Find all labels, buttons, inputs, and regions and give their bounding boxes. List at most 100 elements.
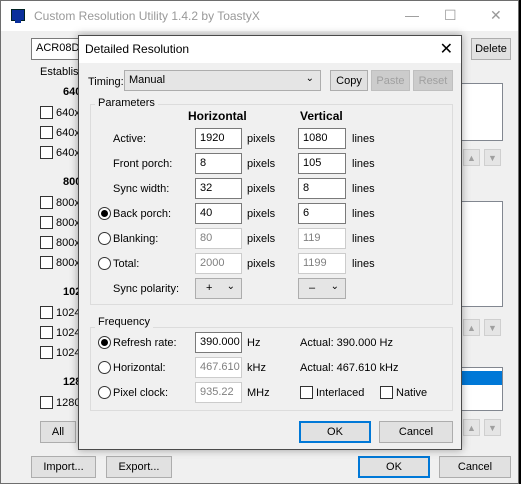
v-front-porch-input[interactable]: 105 bbox=[298, 153, 346, 174]
detailed-list-middle[interactable] bbox=[459, 201, 503, 307]
move-up-icon[interactable]: ▲ bbox=[463, 419, 480, 436]
move-up-icon[interactable]: ▲ bbox=[463, 319, 480, 336]
chevron-down-icon: ⌄ bbox=[305, 73, 314, 84]
pixels-unit: pixels bbox=[247, 258, 276, 270]
detailed-list-top[interactable] bbox=[459, 83, 503, 141]
timing-select-value: Manual bbox=[129, 74, 166, 86]
export-button[interactable]: Export... bbox=[106, 456, 172, 478]
lines-unit: lines bbox=[352, 258, 375, 270]
v-back-porch-input[interactable]: 6 bbox=[298, 203, 346, 224]
close-icon[interactable]: ✕ bbox=[440, 39, 453, 59]
monitor-icon bbox=[11, 9, 25, 23]
all-button[interactable]: All bbox=[40, 421, 76, 443]
frequency-legend: Frequency bbox=[95, 316, 153, 328]
reset-button[interactable]: Reset bbox=[413, 70, 453, 91]
v-total-input[interactable]: 1199 bbox=[298, 253, 346, 274]
hz-unit: Hz bbox=[247, 337, 261, 349]
detailed-resolution-dialog: Detailed Resolution ✕ Timing: Manual ⌄ C… bbox=[78, 35, 462, 450]
paste-button[interactable]: Paste bbox=[371, 70, 410, 91]
native-label: Native bbox=[396, 387, 428, 399]
sync-polarity-label: Sync polarity: bbox=[113, 283, 180, 295]
move-down-icon[interactable]: ▼ bbox=[484, 419, 501, 436]
dialog-title: Detailed Resolution bbox=[85, 42, 190, 56]
res-checkbox[interactable]: 800x bbox=[40, 196, 80, 209]
h-blanking-input[interactable]: 80 bbox=[195, 228, 242, 249]
minimize-icon[interactable]: — bbox=[405, 7, 419, 23]
pixels-unit: pixels bbox=[247, 233, 276, 245]
h-total-input[interactable]: 2000 bbox=[195, 253, 242, 274]
v-active-input[interactable]: 1080 bbox=[298, 128, 346, 149]
chevron-down-icon: ⌄ bbox=[330, 281, 339, 292]
res-checkbox[interactable]: 1024 bbox=[40, 326, 80, 339]
copy-button[interactable]: Copy bbox=[330, 70, 368, 91]
dialog-title-bar: Detailed Resolution ✕ bbox=[79, 36, 461, 63]
res-checkbox[interactable]: 640x bbox=[40, 106, 80, 119]
back-porch-label: Back porch: bbox=[113, 208, 172, 220]
blanking-label: Blanking: bbox=[113, 233, 159, 245]
pixel-clock-input[interactable]: 935.22 bbox=[195, 382, 242, 403]
h-front-porch-input[interactable]: 8 bbox=[195, 153, 242, 174]
v-polarity-value: – bbox=[309, 282, 316, 294]
h-active-input[interactable]: 1920 bbox=[195, 128, 242, 149]
mhz-unit: MHz bbox=[247, 387, 270, 399]
horizontal-freq-input[interactable]: 467.610 bbox=[195, 357, 242, 378]
h-sync-width-input[interactable]: 32 bbox=[195, 178, 242, 199]
horizontal-freq-radio[interactable] bbox=[98, 361, 111, 374]
total-radio[interactable] bbox=[98, 257, 111, 270]
refresh-rate-label: Refresh rate: bbox=[113, 337, 177, 349]
res-checkbox[interactable]: 1280 bbox=[40, 396, 80, 409]
v-sync-width-input[interactable]: 8 bbox=[298, 178, 346, 199]
timing-label: Timing: bbox=[88, 76, 124, 88]
res-checkbox[interactable]: 640x bbox=[40, 146, 80, 159]
close-main-icon[interactable]: ✕ bbox=[490, 7, 502, 24]
front-porch-label: Front porch: bbox=[113, 158, 173, 170]
h-polarity-value: + bbox=[206, 282, 213, 294]
move-up-icon[interactable]: ▲ bbox=[463, 149, 480, 166]
refresh-rate-radio[interactable] bbox=[98, 336, 111, 349]
chevron-down-icon: ⌄ bbox=[226, 281, 235, 292]
pixels-unit: pixels bbox=[247, 158, 276, 170]
res-checkbox[interactable]: 800x bbox=[40, 256, 80, 269]
active-label: Active: bbox=[113, 133, 147, 145]
selected-list-item[interactable] bbox=[460, 371, 502, 385]
parameters-legend: Parameters bbox=[95, 97, 158, 109]
import-button[interactable]: Import... bbox=[31, 456, 96, 478]
maximize-icon[interactable]: ☐ bbox=[444, 7, 457, 24]
res-checkbox[interactable]: 800x bbox=[40, 236, 80, 249]
v-blanking-input[interactable]: 119 bbox=[298, 228, 346, 249]
v-polarity-select[interactable]: – ⌄ bbox=[298, 278, 346, 299]
main-cancel-button[interactable]: Cancel bbox=[439, 456, 511, 478]
lines-unit: lines bbox=[352, 158, 375, 170]
res-checkbox[interactable]: 800x bbox=[40, 216, 80, 229]
interlaced-checkbox[interactable] bbox=[300, 386, 313, 399]
horizontal-header: Horizontal bbox=[188, 109, 247, 123]
dialog-ok-button[interactable]: OK bbox=[299, 421, 371, 443]
h-back-porch-input[interactable]: 40 bbox=[195, 203, 242, 224]
vertical-header: Vertical bbox=[300, 109, 343, 123]
lines-unit: lines bbox=[352, 233, 375, 245]
extension-list[interactable] bbox=[459, 367, 503, 411]
refresh-rate-input[interactable]: 390.000 bbox=[195, 332, 242, 353]
sync-width-label: Sync width: bbox=[113, 183, 170, 195]
pixel-clock-radio[interactable] bbox=[98, 386, 111, 399]
pixels-unit: pixels bbox=[247, 133, 276, 145]
lines-unit: lines bbox=[352, 133, 375, 145]
back-porch-radio[interactable] bbox=[98, 207, 111, 220]
native-checkbox[interactable] bbox=[380, 386, 393, 399]
pixel-clock-label: Pixel clock: bbox=[113, 387, 169, 399]
monitor-select[interactable]: ACR08DE bbox=[31, 38, 87, 60]
delete-button[interactable]: Delete bbox=[471, 38, 511, 60]
res-checkbox[interactable]: 640x bbox=[40, 126, 80, 139]
h-polarity-select[interactable]: + ⌄ bbox=[195, 278, 242, 299]
main-ok-button[interactable]: OK bbox=[358, 456, 430, 478]
timing-select[interactable]: Manual ⌄ bbox=[124, 70, 321, 91]
move-down-icon[interactable]: ▼ bbox=[484, 319, 501, 336]
blanking-radio[interactable] bbox=[98, 232, 111, 245]
lines-unit: lines bbox=[352, 208, 375, 220]
res-checkbox[interactable]: 1024 bbox=[40, 306, 80, 319]
horizontal-actual: Actual: 467.610 kHz bbox=[300, 362, 399, 374]
move-down-icon[interactable]: ▼ bbox=[484, 149, 501, 166]
res-checkbox[interactable]: 1024 bbox=[40, 346, 80, 359]
pixels-unit: pixels bbox=[247, 208, 276, 220]
dialog-cancel-button[interactable]: Cancel bbox=[379, 421, 453, 443]
